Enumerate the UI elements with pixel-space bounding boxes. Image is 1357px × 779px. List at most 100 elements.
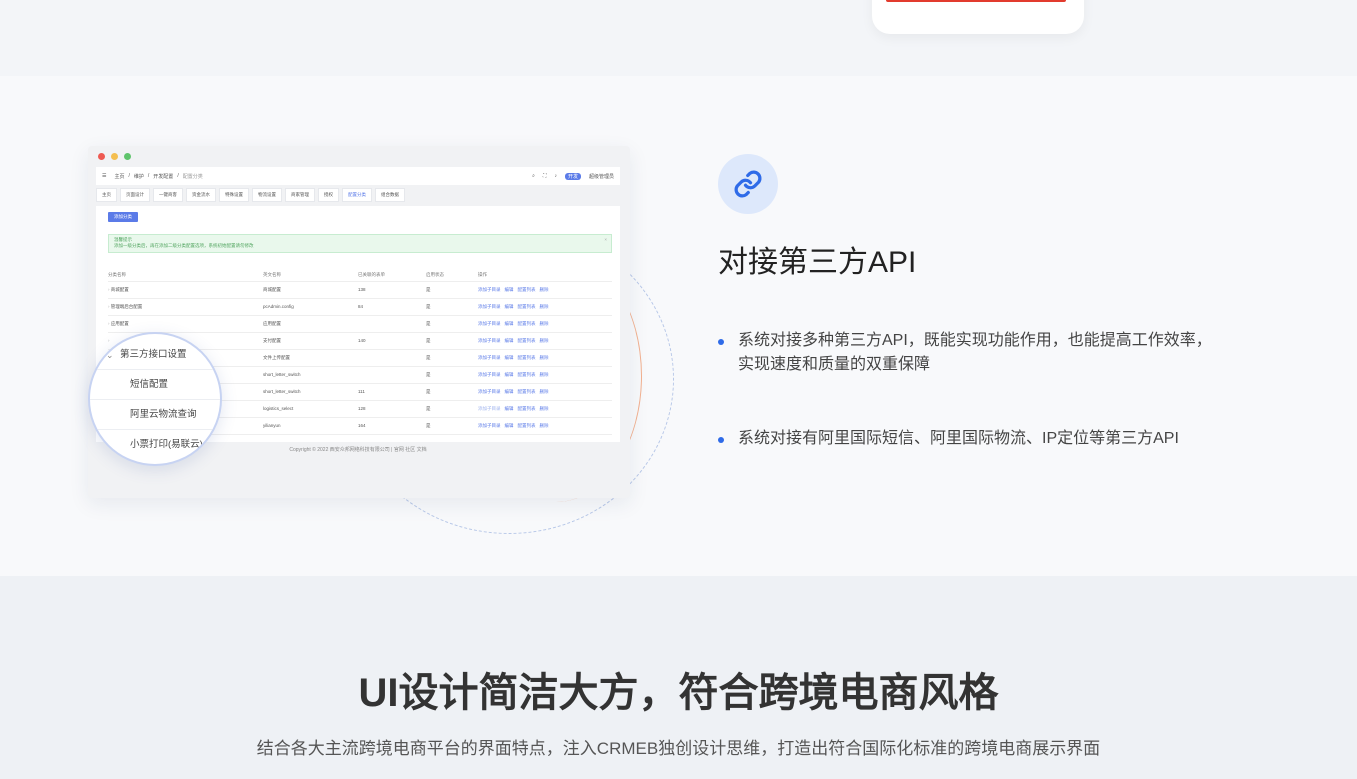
cell-count: 84	[358, 298, 426, 316]
row-op-link: 配置列表	[517, 371, 536, 377]
cell-count	[358, 366, 426, 384]
cell-count: 111	[358, 383, 426, 401]
cell-status: 是	[426, 298, 478, 316]
tab-item: 页面设计	[120, 188, 150, 202]
cell-status: 是	[426, 417, 478, 435]
admin-header: ☰ 主页 / 维护 / 开发配置 / 配置分类 ⌕ ⛶ ♪ 开发 超级管理员	[96, 167, 620, 185]
feature-bullet-1: 系统对接多种第三方API，既能实现功能作用，也能提高工作效率，实现速度和质量的双…	[718, 329, 1218, 377]
breadcrumb: 主页 / 维护 / 开发配置 / 配置分类	[114, 172, 203, 180]
cell-en: 应用配置	[263, 315, 358, 333]
cell-en: 商城配置	[263, 281, 358, 299]
cell-ops: 添加子目录 编辑 配置列表 删除	[478, 298, 612, 316]
row-op-link: 编辑	[504, 320, 514, 326]
table-row: › 管理端后台配置 pcAdmin.config 84 是添加子目录 编辑 配置列表 删除	[108, 298, 612, 316]
row-name: 管理端后台配置	[110, 303, 143, 309]
row-name: 商城配置	[110, 286, 129, 292]
row-op-link: 删除	[539, 286, 549, 292]
tab-item: 商家管理	[285, 188, 315, 202]
row-op-link: 添加子目录	[478, 354, 501, 360]
bullet-dot	[718, 437, 724, 443]
link-icon	[718, 154, 778, 214]
row-op-link: 添加子目录	[478, 337, 501, 343]
cell-count: 164	[358, 417, 426, 435]
col-status: 启用状态	[426, 270, 478, 282]
bullet-dot	[718, 339, 724, 345]
cell-status: 是	[426, 315, 478, 333]
row-op-link: 添加子目录	[478, 320, 501, 326]
crumb-maintain: 维护	[133, 173, 144, 180]
user-name: 超级管理员	[588, 173, 614, 180]
row-op-link: 配置列表	[517, 388, 536, 394]
cell-name: › 管理端后台配置	[108, 298, 263, 316]
cell-status: 是	[426, 400, 478, 418]
cell-en: short_letter_switch	[263, 366, 358, 384]
row-op-link: 配置列表	[517, 303, 536, 309]
col-count: 已关联的表单	[358, 270, 426, 282]
window-dots	[98, 153, 131, 160]
tab-item: 配置分类	[342, 188, 372, 202]
fullscreen-icon: ⛶	[542, 173, 547, 179]
cell-ops: 添加子目录 编辑 配置列表 删除	[478, 383, 612, 401]
tip-alert: 温馨提示 添加一级分类后，再在添加二级分类配置选项，系统初始配置请勿修改 ×	[108, 234, 612, 253]
minimize-dot	[111, 153, 118, 160]
table-row: › 应用配置 应用配置 是添加子目录 编辑 配置列表 删除	[108, 315, 612, 333]
cell-ops: 添加子目录 编辑 配置列表 删除	[478, 315, 612, 333]
row-op-link: 删除	[539, 337, 549, 343]
cell-en: short_letter_switch	[263, 383, 358, 401]
row-op-link: 删除	[539, 354, 549, 360]
maximize-dot	[124, 153, 131, 160]
cell-count: 140	[358, 332, 426, 350]
row-op-link: 编辑	[504, 354, 514, 360]
tab-item: 物流设置	[252, 188, 282, 202]
env-badge: 开发	[564, 172, 581, 180]
row-op-link: 添加子目录	[478, 371, 501, 377]
header-right: ⌕ ⛶ ♪ 开发 超级管理员	[532, 172, 614, 180]
cell-name: › 商城配置	[108, 281, 263, 299]
row-op-link: 配置列表	[517, 354, 536, 360]
cell-ops: 添加子目录 编辑 配置列表 删除	[478, 332, 612, 350]
cell-status: 是	[426, 349, 478, 367]
section-subtitle: 结合各大主流跨境电商平台的界面特点，注入CRMEB独创设计思维，打造出符合国际化…	[256, 739, 1101, 758]
cell-en: pcAdmin.config	[263, 298, 358, 316]
row-op-link: 添加子目录	[478, 422, 501, 428]
feature-title: 对接第三方API	[718, 246, 917, 279]
cell-ops: 添加子目录 编辑 配置列表 删除	[478, 281, 612, 299]
cell-count: 138	[358, 281, 426, 299]
row-op-link: 配置列表	[517, 405, 536, 411]
close-icon: ×	[604, 237, 607, 242]
top-card	[872, 0, 1084, 34]
cell-count	[358, 315, 426, 333]
row-op-link: 删除	[539, 388, 549, 394]
alert-text: 添加一级分类后，再在添加二级分类配置选项，系统初始配置请勿修改	[114, 243, 254, 248]
top-band	[0, 0, 1357, 76]
bullet-text: 系统对接多种第三方API，既能实现功能作用，也能提高工作效率，实现速度和质量的双…	[738, 332, 1212, 373]
tab-item: 特殊设置	[219, 188, 249, 202]
menu-parent-label: 第三方接口设置	[120, 349, 187, 360]
row-op-link: 删除	[539, 320, 549, 326]
row-op-link: 配置列表	[517, 286, 536, 292]
menu-icon: ☰	[102, 173, 107, 179]
cell-status: 是	[426, 383, 478, 401]
col-en: 英文名称	[263, 270, 358, 282]
row-op-link: 编辑	[504, 303, 514, 309]
cell-ops: 添加子目录 编辑 配置列表 删除	[478, 366, 612, 384]
cell-ops: 添加子目录 编辑 配置列表 删除	[478, 400, 612, 418]
menu-parent: ⌄ 第三方接口设置	[90, 340, 220, 370]
bell-icon: ♪	[554, 173, 557, 179]
crumb-current: 配置分类	[182, 173, 203, 180]
bullet-text: 系统对接有阿里国际短信、阿里国际物流、IP定位等第三方API	[738, 430, 1179, 447]
cell-name: › 应用配置	[108, 315, 263, 333]
close-dot	[98, 153, 105, 160]
table-row: › 商城配置 商城配置 138 是添加子目录 编辑 配置列表 删除	[108, 281, 612, 299]
row-op-link: 编辑	[504, 422, 514, 428]
section-title: UI设计简洁大方，符合跨境电商风格	[358, 671, 999, 715]
chevron-down-icon: ⌄	[106, 350, 114, 360]
tab-item: 一键商客	[153, 188, 183, 202]
row-op-link: 添加子目录	[478, 303, 501, 309]
menu-item-sms: 短信配置	[90, 370, 220, 400]
cell-en: 文件上传配置	[263, 349, 358, 367]
tab-item: 组合数据	[375, 188, 405, 202]
row-op-link: 删除	[539, 422, 549, 428]
menu-item-logistics: 阿里云物流查询	[90, 400, 220, 430]
cell-ops: 添加子目录 编辑 配置列表 删除	[478, 417, 612, 435]
